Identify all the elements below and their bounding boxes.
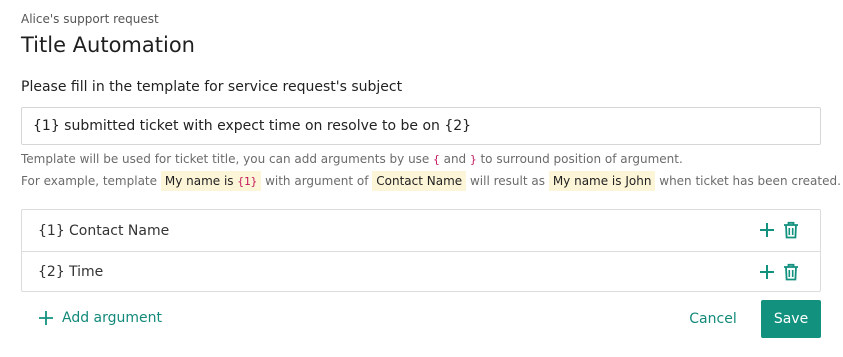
plus-icon[interactable] xyxy=(758,221,776,239)
breadcrumb: Alice's support request xyxy=(21,12,159,26)
add-argument-button[interactable]: Add argument xyxy=(38,310,162,326)
close-brace-code: } xyxy=(470,153,477,166)
help-text: Template will be used for ticket title, … xyxy=(21,152,430,166)
cancel-button[interactable]: Cancel xyxy=(676,300,750,338)
argument-name: Time xyxy=(69,264,104,280)
example-argument-highlight: Contact Name xyxy=(372,171,467,191)
argument-index: {2} xyxy=(38,264,65,280)
argument-row: {1} Contact Name xyxy=(22,210,820,251)
help-text: will result as xyxy=(469,174,545,188)
page-title: Title Automation xyxy=(21,33,195,57)
template-input[interactable] xyxy=(21,107,821,145)
argument-row-actions xyxy=(758,263,800,281)
plus-icon xyxy=(39,311,53,325)
example-result-highlight: My name is John xyxy=(548,171,656,191)
argument-row: {2} Time xyxy=(22,251,820,292)
help-text: and xyxy=(443,152,467,166)
help-text: with argument of xyxy=(265,174,369,188)
help-text: to surround position of argument. xyxy=(480,152,683,166)
template-field-label: Please fill in the template for service … xyxy=(21,79,403,95)
example-template-text: My name is xyxy=(164,174,234,188)
trash-icon[interactable] xyxy=(782,263,800,281)
example-template-code: {1} xyxy=(237,175,258,188)
arguments-list: {1} Contact Name {2} Time xyxy=(21,209,821,292)
open-brace-code: { xyxy=(433,153,440,166)
trash-icon[interactable] xyxy=(782,221,800,239)
example-template-highlight: My name is {1} xyxy=(160,171,262,191)
help-text: when ticket has been created. xyxy=(659,174,841,188)
plus-icon[interactable] xyxy=(758,263,776,281)
help-text-line-2: For example, template My name is {1} wit… xyxy=(21,171,841,191)
help-text-line-1: Template will be used for ticket title, … xyxy=(21,152,683,166)
add-argument-label: Add argument xyxy=(62,310,163,326)
help-text: For example, template xyxy=(21,174,158,188)
argument-index: {1} xyxy=(38,222,65,239)
argument-row-actions xyxy=(758,221,800,239)
argument-name: Contact Name xyxy=(69,222,170,239)
save-button[interactable]: Save xyxy=(761,300,821,338)
